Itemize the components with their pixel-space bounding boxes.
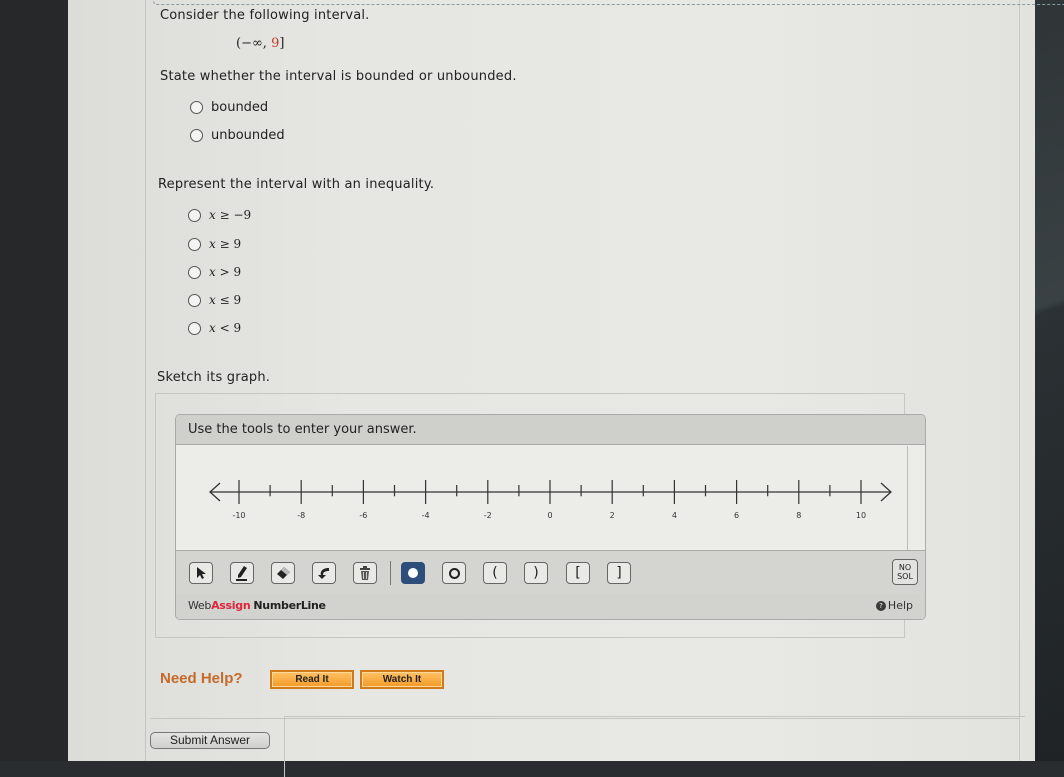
content-left-border [145,0,146,761]
undo-tool[interactable] [312,562,336,584]
cursor-arrow-icon [197,567,206,579]
numberline-canvas[interactable]: -10 -8 -6 -4 -2 0 2 4 6 8 10 [176,446,925,550]
left-paren-tool[interactable]: ( [483,562,507,584]
number-line[interactable]: -10 -8 -6 -4 -2 0 2 4 6 8 10 [176,446,926,550]
widget-instructions: Use the tools to enter your answer. [176,415,925,445]
right-paren-tool[interactable]: ) [524,562,548,584]
tick-label: 0 [547,511,552,520]
radio-button[interactable] [188,208,201,222]
radio-unbounded[interactable]: unbounded [190,128,285,143]
left-bracket-tool[interactable]: [ [566,562,590,584]
screen-bezel-left [0,0,68,761]
bounded-prompt: State whether the interval is bounded or… [160,69,517,84]
help-link[interactable]: ? Help [875,593,913,619]
radio-button[interactable] [188,237,201,251]
interval-expression: (−∞, 9] [236,36,284,51]
question-prompt: Consider the following interval. [160,8,370,23]
right-paren-icon: ) [533,565,539,581]
tick-label: 10 [856,511,866,520]
radio-inequality-3[interactable]: x > 9 [188,265,241,279]
right-bracket-icon: ] [616,565,622,581]
tick-label: -4 [422,511,430,520]
widget-footer: WebAssign NumberLine ? Help [176,593,925,619]
trash-icon [360,566,370,580]
inequality-prompt: Represent the interval with an inequalit… [158,177,435,192]
tick-label: 2 [610,511,615,520]
graph-prompt: Sketch its graph. [157,370,271,385]
inequality-label: x > 9 [209,265,242,279]
radio-label: bounded [211,100,269,115]
tick-label: -8 [297,511,305,520]
radio-button[interactable] [188,293,201,307]
toolbar-separator [390,561,391,585]
closed-point-tool[interactable] [401,562,425,584]
inequality-label: x < 9 [209,321,242,335]
filled-dot-icon [408,568,418,578]
radio-inequality-5[interactable]: x < 9 [188,321,241,335]
no-solution-button[interactable]: NO SOL [892,559,918,585]
help-icon: ? [875,601,886,611]
interval-close: ] [279,36,285,51]
radio-bounded[interactable]: bounded [190,100,268,115]
tick-label: 6 [734,511,739,520]
radio-button[interactable] [188,321,201,335]
submit-answer-button[interactable]: Submit Answer [150,732,270,749]
pencil-tool[interactable] [230,562,254,584]
radio-inequality-4[interactable]: x ≤ 9 [188,293,241,307]
watch-it-button[interactable]: Watch It [360,670,444,689]
numberline-widget: Use the tools to enter your answer. -10-… [175,414,926,620]
need-help-label: Need Help? [160,670,243,687]
open-dot-icon [448,567,460,579]
numberline-toolbar: ( ) [ ] NO SOL [176,550,925,594]
undo-arrow-icon [318,568,329,579]
eraser-icon [277,567,290,579]
screen-bezel-right [1035,0,1064,761]
open-point-tool[interactable] [442,562,466,584]
tick-label: -10 [232,511,245,520]
question-frame-border [153,0,1064,5]
tick-label: 4 [672,511,677,520]
pencil-icon [236,566,247,581]
radio-button[interactable] [190,101,203,114]
radio-button[interactable] [188,265,201,279]
canvas-right-border [907,446,908,550]
radio-inequality-1[interactable]: x ≥ −9 [188,208,251,222]
right-bracket-tool[interactable]: ] [607,562,631,584]
trash-tool[interactable] [353,562,377,584]
read-it-button[interactable]: Read It [270,670,354,689]
tick-label: 8 [796,511,801,520]
left-bracket-icon: [ [575,565,581,581]
webassign-logo: WebAssign NumberLine [188,599,326,612]
pointer-tool[interactable] [189,562,213,584]
inequality-label: x ≥ 9 [209,237,242,251]
interval-left: −∞, [241,36,272,51]
inequality-label: x ≤ 9 [209,293,242,307]
radio-inequality-2[interactable]: x ≥ 9 [188,237,241,251]
tick-label: -2 [484,511,492,520]
inequality-label: x ≥ −9 [209,208,252,222]
radio-label: unbounded [211,128,285,143]
radio-button[interactable] [190,129,203,142]
eraser-tool[interactable] [271,562,295,584]
left-paren-icon: ( [492,565,498,581]
submit-section-frame [284,716,1025,777]
tick-label: -6 [359,511,367,520]
